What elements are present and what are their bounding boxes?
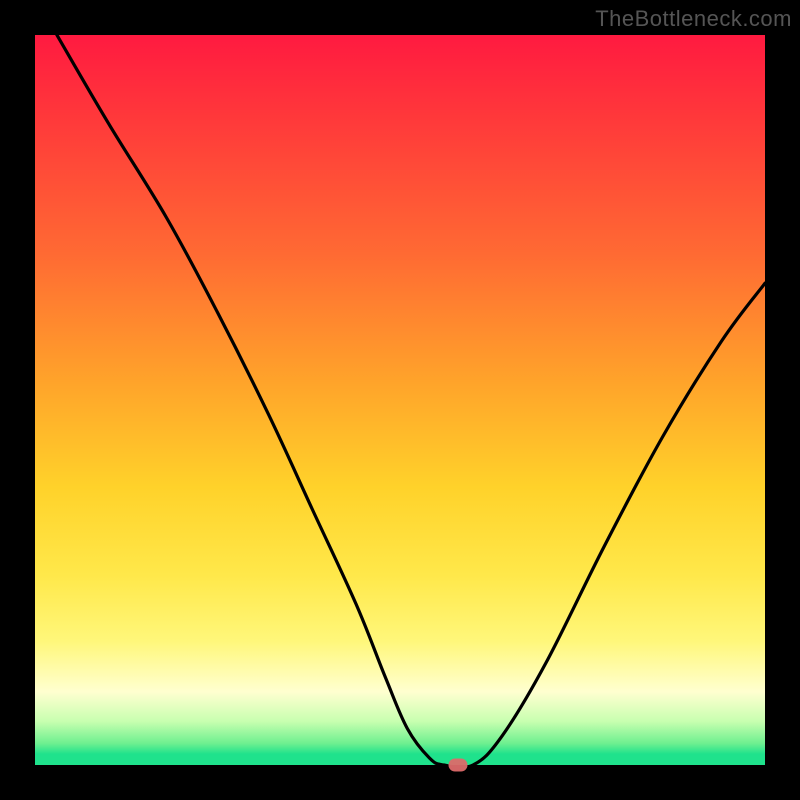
chart-frame: TheBottleneck.com	[0, 0, 800, 800]
bottleneck-curve	[35, 35, 765, 765]
attribution-label: TheBottleneck.com	[595, 6, 792, 32]
optimal-point-marker	[449, 759, 468, 772]
plot-area	[35, 35, 765, 765]
